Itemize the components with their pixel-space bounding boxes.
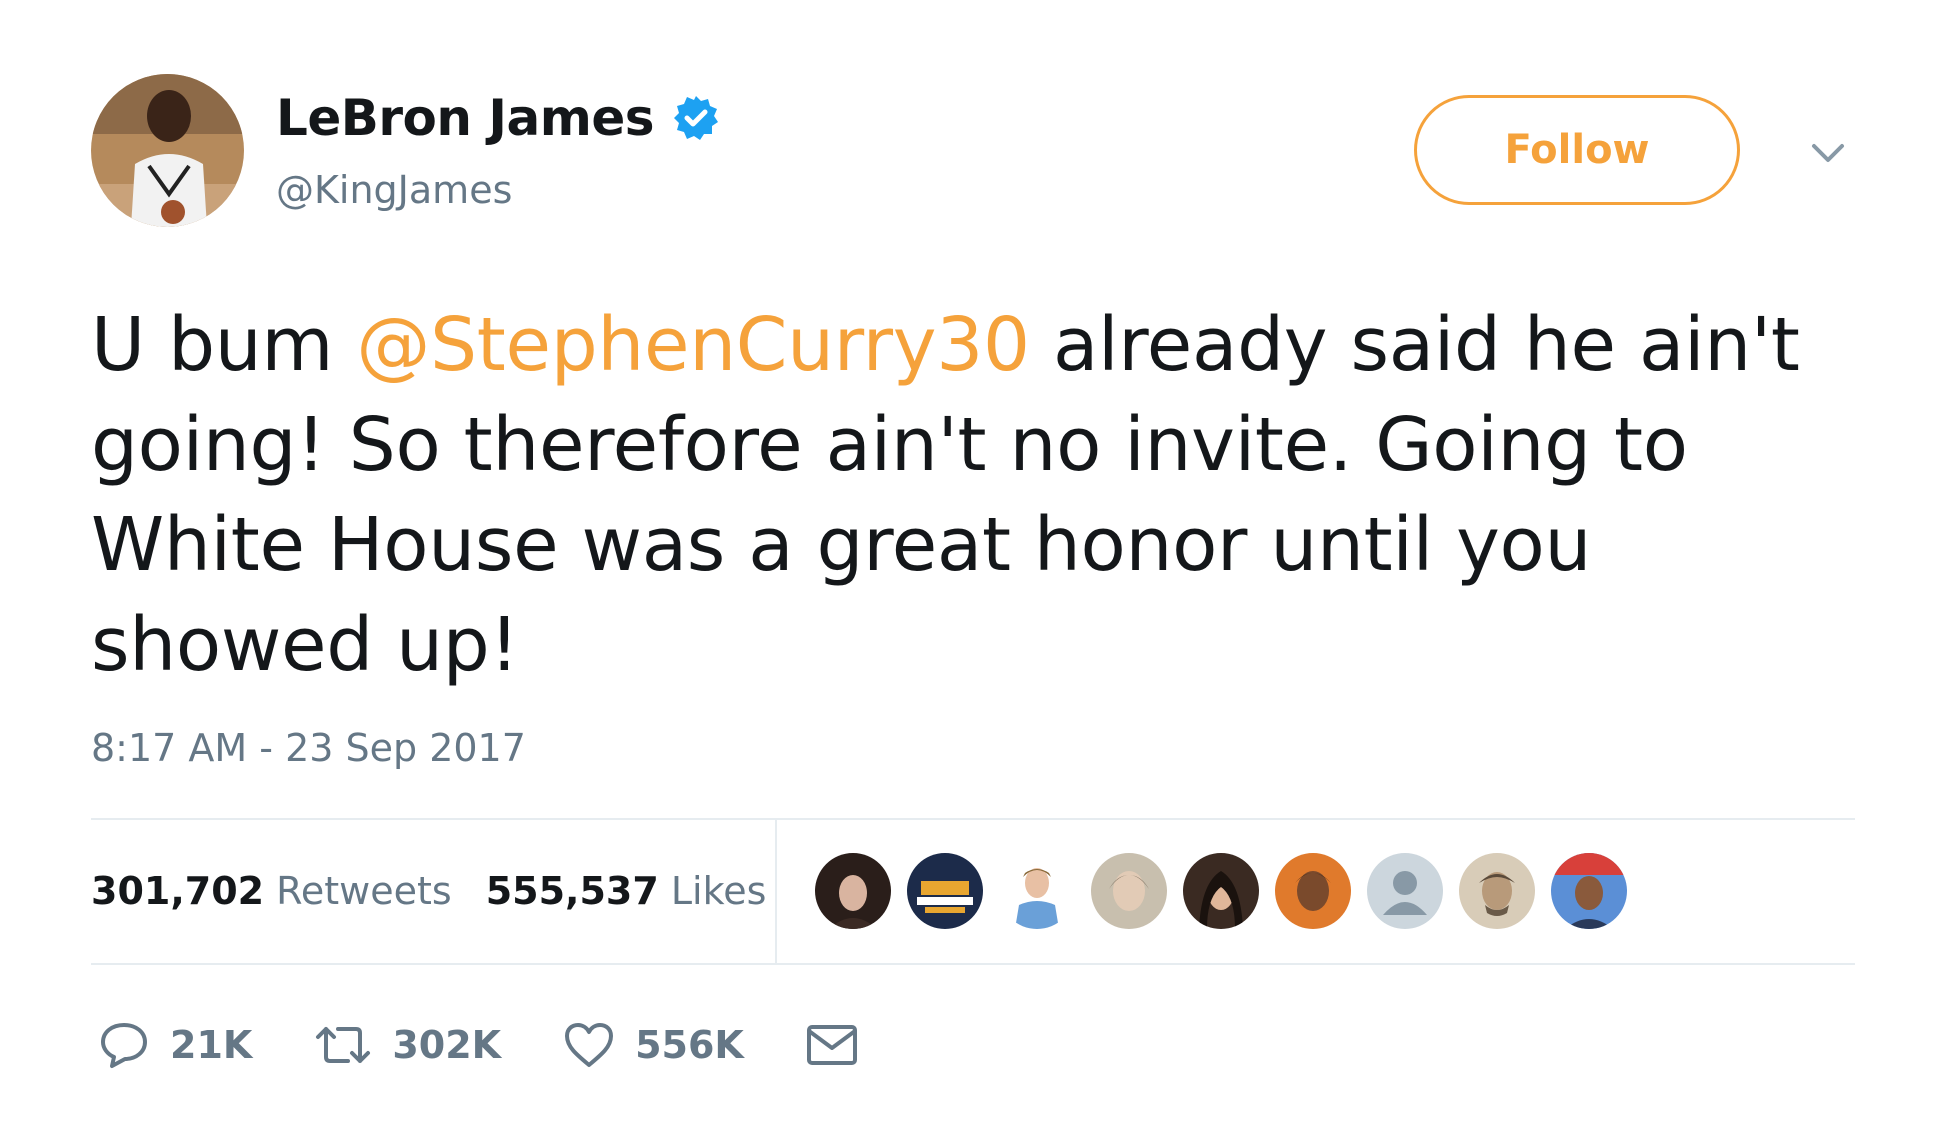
like-button[interactable]: 556K xyxy=(563,1021,744,1069)
author-display-name[interactable]: LeBron James xyxy=(276,88,720,148)
liker-avatar-9[interactable] xyxy=(1551,853,1627,929)
likes-label: Likes xyxy=(670,869,767,913)
retweets-stat[interactable]: 301,702 Retweets xyxy=(91,866,452,916)
liker-avatar-1[interactable] xyxy=(815,853,891,929)
user-avatar-icon xyxy=(1091,853,1167,929)
retweet-count: 302K xyxy=(392,1023,502,1067)
retweet-button[interactable]: 302K xyxy=(314,1023,501,1067)
liker-avatar-2[interactable] xyxy=(907,853,983,929)
liked-by-avatars xyxy=(815,853,1643,931)
liker-avatar-8[interactable] xyxy=(1459,853,1535,929)
user-avatar-icon xyxy=(999,853,1075,929)
tweet-actions: 21K 302K 556K xyxy=(98,1017,920,1073)
divider-bottom xyxy=(91,963,1855,965)
divider-top xyxy=(91,818,1855,820)
default-avatar-icon xyxy=(1367,853,1443,929)
retweets-count: 301,702 xyxy=(91,869,265,913)
like-count: 556K xyxy=(635,1023,744,1067)
user-avatar-icon xyxy=(815,853,891,929)
author-handle[interactable]: @KingJames xyxy=(276,168,512,212)
tweet-stats: 301,702 Retweets 555,537 Likes xyxy=(91,866,800,916)
follow-button[interactable]: Follow xyxy=(1414,95,1740,205)
reply-button[interactable]: 21K xyxy=(98,1020,252,1070)
tweet-text: U bum @StephenCurry30 already said he ai… xyxy=(91,295,1891,695)
likes-count: 555,537 xyxy=(485,869,659,913)
chevron-down-icon[interactable] xyxy=(1808,138,1848,166)
user-avatar-icon xyxy=(1551,853,1627,929)
author-avatar[interactable] xyxy=(91,74,244,227)
user-avatar-icon xyxy=(1459,853,1535,929)
user-avatar-icon xyxy=(907,853,983,929)
user-avatar-icon xyxy=(1275,853,1351,929)
liker-avatar-5[interactable] xyxy=(1183,853,1259,929)
retweets-label: Retweets xyxy=(276,869,452,913)
tweet-timestamp[interactable]: 8:17 AM - 23 Sep 2017 xyxy=(91,723,526,773)
envelope-icon xyxy=(806,1025,857,1065)
liker-avatar-7[interactable] xyxy=(1367,853,1443,929)
liker-avatar-6[interactable] xyxy=(1275,853,1351,929)
profile-photo-icon xyxy=(91,74,244,227)
heart-icon xyxy=(565,1023,614,1067)
verified-badge-icon xyxy=(674,96,719,140)
mention-link[interactable]: @StephenCurry30 xyxy=(356,302,1030,388)
display-name-text: LeBron James xyxy=(276,89,655,147)
likes-stat[interactable]: 555,537 Likes xyxy=(486,866,767,916)
reply-count: 21K xyxy=(170,1023,253,1067)
tweet-text-before: U bum xyxy=(91,302,357,388)
liker-avatar-3[interactable] xyxy=(999,853,1075,929)
user-avatar-icon xyxy=(1183,853,1259,929)
direct-message-button[interactable] xyxy=(806,1024,858,1066)
retweet-icon xyxy=(316,1027,371,1063)
reply-icon xyxy=(101,1023,147,1068)
liker-avatar-4[interactable] xyxy=(1091,853,1167,929)
